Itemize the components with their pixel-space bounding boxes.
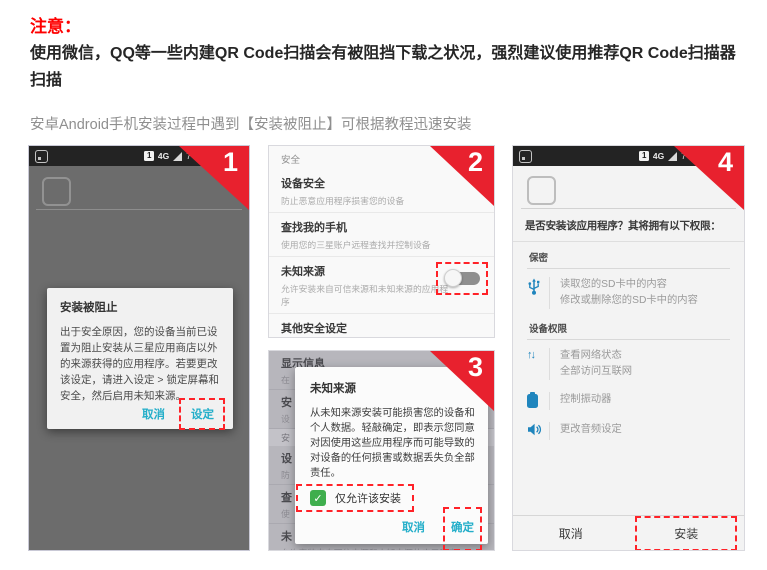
app-icon-placeholder <box>42 177 71 206</box>
permission-lines: 控制振动器 <box>549 392 611 410</box>
permission-lines: 读取您的SD卡中的内容 修改或删除您的SD卡中的内容 <box>549 277 698 309</box>
settings-button[interactable]: 设定 <box>191 406 214 422</box>
install-question: 是否安装该应用程序？其将拥有以下权限： <box>513 209 744 242</box>
permission-item-vibration: 控制振动器 <box>513 384 744 414</box>
checkbox-label: 仅允许该安装 <box>335 490 401 506</box>
network-type: 4G <box>158 151 169 161</box>
cancel-button[interactable]: 取消 <box>142 406 165 422</box>
allow-once-checkbox[interactable]: ✓ <box>310 490 326 506</box>
screenshot-1: 1 4G 7 安装被阻止 出于安全原因，您的设备当前已设置为阻止安装从三星应用商… <box>28 145 250 551</box>
install-blocked-dialog: 安装被阻止 出于安全原因，您的设备当前已设置为阻止安装从三星应用商店以外的来源获… <box>47 288 233 429</box>
permission-line: 更改音频设定 <box>560 422 622 438</box>
confirm-button[interactable]: 确定 <box>451 519 474 535</box>
step-number: 3 <box>468 352 483 382</box>
settings-item-other-security[interactable]: 其他安全设定 更改安全更新和证书存储等其他安全设定 <box>269 314 494 338</box>
speaker-icon <box>527 422 549 436</box>
sim-badge: 1 <box>639 151 648 161</box>
dialog-title: 安装被阻止 <box>60 299 220 315</box>
item-subtitle: 允许安装来自可信来源和未知来源的应用程序 <box>281 546 482 551</box>
permission-item-audio: 更改音频设定 <box>513 414 744 444</box>
item-title: 其他安全设定 <box>281 320 482 336</box>
dialog-buttons: 取消 设定 <box>60 404 220 426</box>
usb-icon <box>527 277 549 296</box>
permission-line: 查看网络状态 <box>560 348 632 364</box>
permission-section-privacy: 保密 <box>527 242 730 269</box>
permission-lines: 查看网络状态 全部访问互联网 <box>549 348 632 380</box>
item-subtitle: 防止恶意应用程序损害您的设备 <box>281 194 482 207</box>
signal-icon <box>173 152 182 161</box>
sim-badge: 1 <box>144 151 153 161</box>
item-subtitle: 使用您的三星账户远程查找并控制设备 <box>281 238 482 251</box>
notice-heading: 注意： <box>30 12 81 37</box>
screenshot-2: 安全 设备安全 防止恶意应用程序损害您的设备 查找我的手机 使用您的三星账户远程… <box>268 145 495 338</box>
cancel-label: 取消 <box>553 522 589 545</box>
settings-item-unknown-sources[interactable]: 未知来源 允许安装来自可信来源和未知来源的应用程序 <box>269 257 494 314</box>
permission-item-storage: 读取您的SD卡中的内容 修改或删除您的SD卡中的内容 <box>513 269 744 313</box>
notice-subtext: 安卓Android手机安装过程中遇到【安装被阻止】可根据教程迅速安装 <box>30 113 730 134</box>
step-number: 1 <box>223 147 238 177</box>
toggle-knob <box>444 269 462 287</box>
unknown-sources-toggle[interactable] <box>444 269 480 288</box>
cancel-button[interactable]: 取消 <box>513 522 629 545</box>
settings-item-find-my-phone[interactable]: 查找我的手机 使用您的三星账户远程查找并控制设备 <box>269 213 494 257</box>
step-number: 2 <box>468 147 483 177</box>
permission-line: 修改或删除您的SD卡中的内容 <box>560 293 698 309</box>
step-number: 4 <box>718 147 733 177</box>
item-subtitle: 允许安装来自可信来源和未知来源的应用程序 <box>281 282 449 308</box>
screenshot-3: 显示信息 在 安 设 安 设 防 查 使 未 允许安装来自可信来源和未知来源的应… <box>268 350 495 551</box>
network-type: 4G <box>653 151 664 161</box>
permission-line: 全部访问互联网 <box>560 364 632 380</box>
permission-lines: 更改音频设定 <box>549 422 622 440</box>
dialog-buttons: 取消 确定 <box>310 517 476 539</box>
screenshot-notification-icon <box>35 150 48 163</box>
dialog-body: 出于安全原因，您的设备当前已设置为阻止安装从三星应用商店以外的来源获得的应用程序… <box>60 324 220 404</box>
permission-line: 读取您的SD卡中的内容 <box>560 277 698 293</box>
signal-icon <box>668 152 677 161</box>
screenshot-notification-icon <box>519 150 532 163</box>
dialog-title: 未知来源 <box>310 380 476 396</box>
install-button-bar: 取消 安装 <box>513 515 744 550</box>
permission-section-device: 设备权限 <box>527 313 730 340</box>
settings-item-device-security[interactable]: 设备安全 防止恶意应用程序损害您的设备 <box>269 169 494 213</box>
unknown-sources-dialog: 未知来源 从未知来源安装可能损害您的设备和个人数据。轻敲确定，即表示您同意对因使… <box>295 367 488 544</box>
cancel-button[interactable]: 取消 <box>402 519 425 535</box>
install-button[interactable]: 安装 <box>668 522 704 545</box>
item-title: 查找我的手机 <box>281 219 482 235</box>
permission-line: 控制振动器 <box>560 392 611 408</box>
notice-body: 使用微信，QQ等一些内建QR Code扫描会有被阻挡下载之状况，强烈建议使用推荐… <box>30 40 738 94</box>
dialog-body: 从未知来源安装可能损害您的设备和个人数据。轻敲确定，即表示您同意对因使用这些应用… <box>310 406 476 481</box>
vibration-icon <box>527 392 549 408</box>
screenshot-4: 1 4G 7 是否安装该应用程序？其将拥有以下权限： 保密 读取您的SD卡中的内… <box>512 145 745 551</box>
network-arrows-icon: ↑↓ <box>527 348 549 361</box>
item-title: 设备安全 <box>281 175 482 191</box>
permission-item-network: ↑↓ 查看网络状态 全部访问互联网 <box>513 340 744 384</box>
app-icon-placeholder <box>527 176 556 205</box>
